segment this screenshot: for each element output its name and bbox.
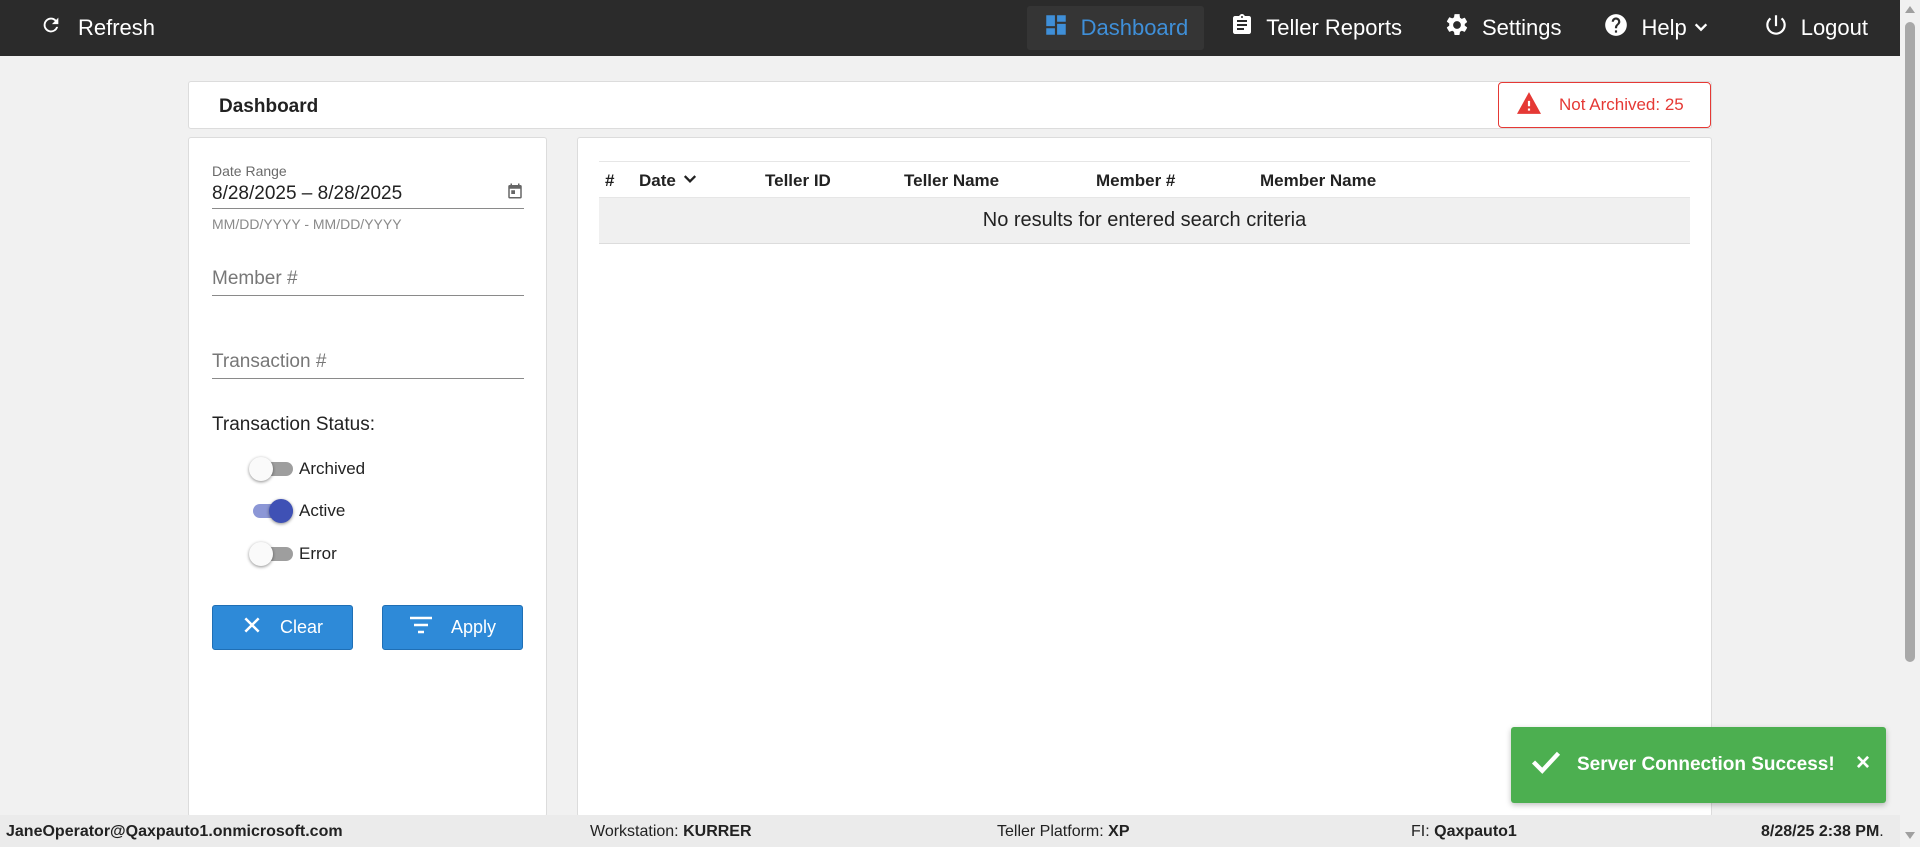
page-scrollbar[interactable] xyxy=(1900,0,1920,847)
empty-results-row: No results for entered search criteria xyxy=(599,198,1690,244)
workstation-info: Workstation: KURRER xyxy=(590,823,752,840)
nav-logout-label: Logout xyxy=(1800,15,1868,40)
filter-panel: Date Range 8/28/2025 – 8/28/2025 MM/DD/Y… xyxy=(188,137,547,817)
date-range-input[interactable]: 8/28/2025 – 8/28/2025 xyxy=(212,183,402,205)
gear-icon xyxy=(1444,12,1482,44)
transaction-number-input[interactable]: Transaction # xyxy=(212,347,524,379)
date-range-field[interactable]: Date Range 8/28/2025 – 8/28/2025 MM/DD/Y… xyxy=(212,163,524,232)
archived-label: Archived xyxy=(299,459,366,478)
page-title: Dashboard xyxy=(219,96,319,117)
apply-label: Apply xyxy=(450,617,497,637)
clipboard-icon xyxy=(1230,12,1266,44)
transaction-number-field[interactable]: Transaction # xyxy=(212,347,524,379)
clear-label: Clear xyxy=(279,617,323,637)
active-toggle[interactable] xyxy=(249,498,293,524)
results-table: # Date Teller ID Teller Name Member # Me… xyxy=(599,161,1690,244)
clear-button[interactable]: Clear xyxy=(212,605,353,650)
refresh-label: Refresh xyxy=(78,15,156,40)
nav-help-label: Help xyxy=(1641,15,1687,40)
transaction-status-title: Transaction Status: xyxy=(212,414,375,435)
nav-logout[interactable]: Logout xyxy=(1747,6,1884,50)
nav-settings[interactable]: Settings xyxy=(1428,6,1578,50)
refresh-button[interactable]: Refresh xyxy=(40,0,155,56)
date-range-hint: MM/DD/YYYY - MM/DD/YYYY xyxy=(212,216,402,232)
col-teller-name[interactable]: Teller Name xyxy=(904,171,999,191)
status-error-row: Error xyxy=(249,541,337,567)
power-icon xyxy=(1763,12,1801,44)
status-bar: JaneOperator@Qaxpauto1.onmicrosoft.com W… xyxy=(0,815,1900,847)
date-range-label: Date Range xyxy=(212,163,287,179)
apply-button[interactable]: Apply xyxy=(382,605,523,650)
col-member-number[interactable]: Member # xyxy=(1096,171,1175,191)
table-header: # Date Teller ID Teller Name Member # Me… xyxy=(599,161,1690,198)
error-label: Error xyxy=(299,544,337,563)
scroll-up-arrow-icon[interactable] xyxy=(1905,6,1915,13)
check-icon xyxy=(1531,749,1561,781)
archived-toggle[interactable] xyxy=(249,456,293,482)
scroll-down-arrow-icon[interactable] xyxy=(1905,832,1915,839)
nav-dashboard[interactable]: Dashboard xyxy=(1026,6,1205,50)
calendar-icon[interactable] xyxy=(506,182,524,205)
member-number-field[interactable]: Member # xyxy=(212,264,524,296)
col-teller-id[interactable]: Teller ID xyxy=(765,171,831,191)
nav-teller-reports-label: Teller Reports xyxy=(1266,15,1402,40)
warning-icon xyxy=(1499,91,1559,120)
dashboard-icon xyxy=(1043,12,1081,44)
help-icon xyxy=(1603,12,1641,44)
toast-close-icon[interactable]: × xyxy=(1856,749,1870,777)
not-archived-text: Not Archived: 25 xyxy=(1559,95,1684,114)
sort-desc-icon xyxy=(676,171,698,191)
status-active-row: Active xyxy=(249,498,345,524)
error-toggle[interactable] xyxy=(249,541,293,567)
filter-icon xyxy=(409,615,451,640)
status-archived-row: Archived xyxy=(249,456,365,482)
toast-message: Server Connection Success! xyxy=(1577,754,1835,775)
close-icon xyxy=(242,615,280,640)
not-archived-alert[interactable]: Not Archived: 25 xyxy=(1498,82,1711,128)
refresh-icon xyxy=(40,14,78,42)
active-label: Active xyxy=(299,501,346,520)
main-nav: Dashboard Teller Reports Settings Help L… xyxy=(1026,0,1920,56)
scroll-thumb[interactable] xyxy=(1905,22,1915,662)
chevron-down-icon xyxy=(1693,15,1721,41)
results-panel: # Date Teller ID Teller Name Member # Me… xyxy=(577,137,1712,817)
top-navbar: Refresh Dashboard Teller Reports Setting… xyxy=(0,0,1920,56)
col-date[interactable]: Date xyxy=(639,171,698,191)
col-index[interactable]: # xyxy=(605,171,614,191)
teller-platform-info: Teller Platform: XP xyxy=(997,823,1130,840)
fi-info: FI: Qaxpauto1 xyxy=(1411,823,1517,840)
nav-settings-label: Settings xyxy=(1481,15,1562,40)
nav-teller-reports[interactable]: Teller Reports xyxy=(1214,6,1418,50)
success-toast: Server Connection Success! × xyxy=(1511,727,1886,803)
user-email: JaneOperator@Qaxpauto1.onmicrosoft.com xyxy=(6,823,343,840)
nav-dashboard-label: Dashboard xyxy=(1080,15,1189,40)
page-header: Dashboard Not Archived: 25 xyxy=(188,81,1712,129)
current-datetime: 8/28/25 2:38 PM. xyxy=(1761,823,1884,840)
col-member-name[interactable]: Member Name xyxy=(1260,171,1376,191)
nav-help[interactable]: Help xyxy=(1587,6,1736,50)
member-number-input[interactable]: Member # xyxy=(212,264,524,296)
